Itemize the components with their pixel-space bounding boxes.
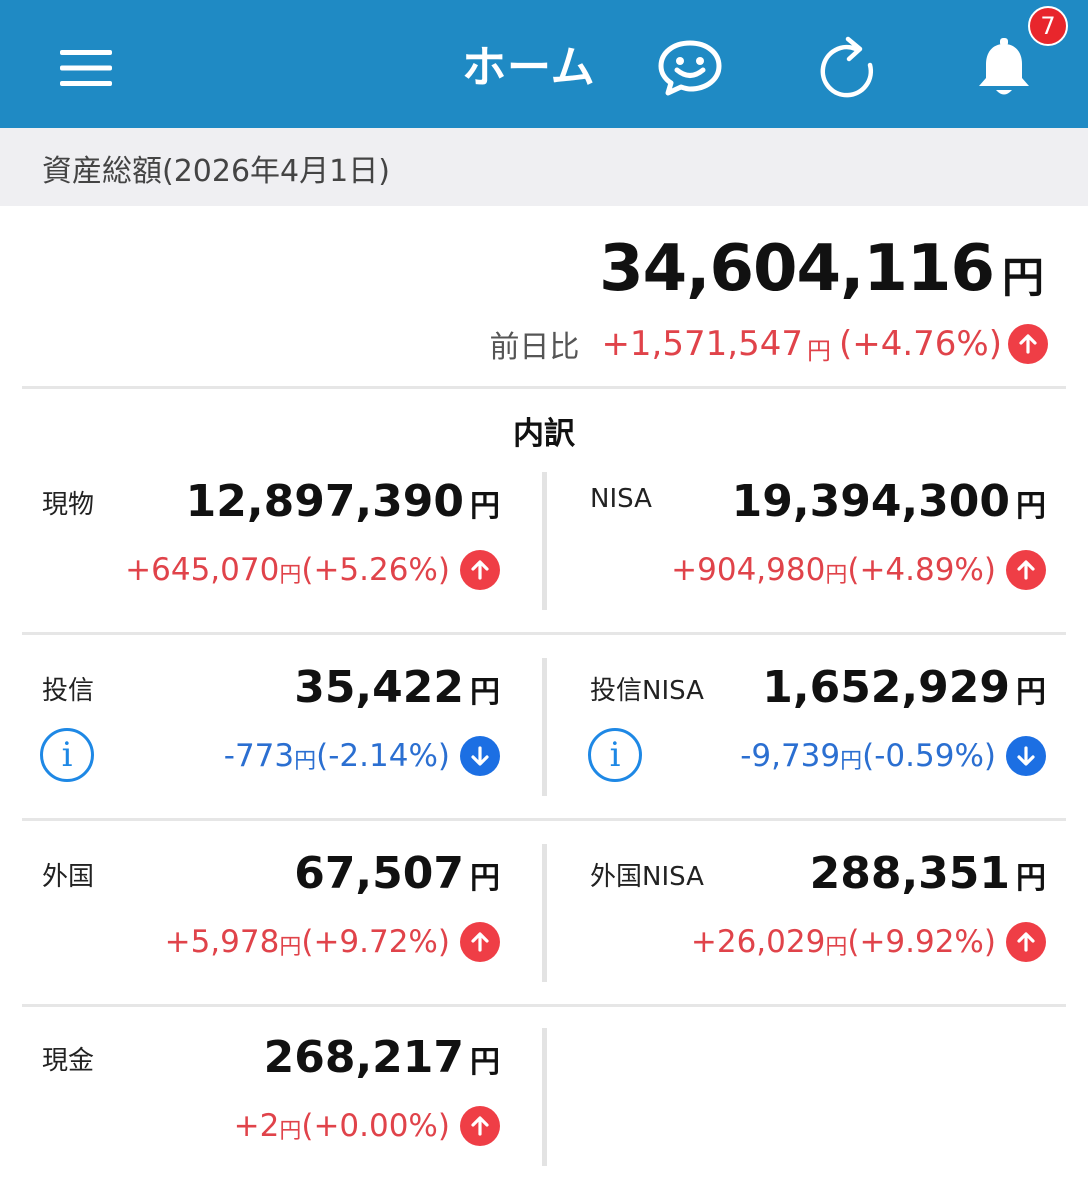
holding-change-currency: 円 bbox=[279, 563, 302, 588]
column-divider bbox=[542, 1028, 547, 1166]
holding-currency: 円 bbox=[470, 489, 500, 524]
hamburger-icon bbox=[60, 50, 112, 86]
holding-change-percent: (+0.00%) bbox=[301, 1108, 450, 1144]
holding-value-group: 268,217 円 bbox=[264, 1032, 500, 1084]
holding-change: +2 円 (+0.00%) bbox=[234, 1104, 500, 1148]
chat-smile-icon bbox=[658, 40, 722, 96]
daily-change-row: 前日比 +1,571,547 円 (+4.76%) bbox=[489, 318, 1048, 370]
holding-change: -773 円 (-2.14%) bbox=[224, 734, 500, 778]
holding-change-currency: 円 bbox=[279, 935, 302, 960]
arrow-up-icon bbox=[1006, 922, 1046, 962]
arrow-down-icon bbox=[460, 736, 500, 776]
menu-button[interactable] bbox=[46, 28, 126, 108]
daily-change-currency: 円 bbox=[806, 336, 831, 365]
holding-label: 投信NISA bbox=[590, 676, 704, 706]
holding-value: 67,507 bbox=[294, 848, 464, 899]
holding-currency: 円 bbox=[1016, 675, 1046, 710]
holding-value: 35,422 bbox=[294, 662, 464, 713]
holding-value-group: 12,897,390 円 bbox=[186, 476, 500, 528]
holding-change-value: +5,978 bbox=[164, 924, 280, 960]
holding-change-percent: (-0.59%) bbox=[862, 738, 996, 774]
arrow-up-icon bbox=[460, 922, 500, 962]
bell-icon bbox=[979, 38, 1029, 95]
holding-value: 288,351 bbox=[809, 848, 1010, 899]
holding-value: 19,394,300 bbox=[731, 476, 1010, 527]
holding-change-currency: 円 bbox=[825, 563, 848, 588]
refresh-icon bbox=[820, 36, 873, 98]
holding-value-group: 67,507 円 bbox=[294, 848, 500, 900]
daily-change-label: 前日比 bbox=[489, 330, 580, 365]
holding-change: -9,739 円 (-0.59%) bbox=[740, 734, 1046, 778]
holding-label: 現金 bbox=[42, 1046, 95, 1076]
holding-currency: 円 bbox=[1016, 489, 1046, 524]
holding-label: 投信 bbox=[42, 676, 95, 706]
holding-change-percent: (-2.14%) bbox=[316, 738, 450, 774]
column-divider bbox=[542, 844, 547, 982]
holding-change: +904,980 円 (+4.89%) bbox=[671, 548, 1046, 592]
chat-button[interactable] bbox=[648, 26, 732, 110]
holding-value: 12,897,390 bbox=[185, 476, 464, 527]
app-header: ホーム 7 bbox=[0, 0, 1088, 128]
daily-change-percent: (+4.76%) bbox=[838, 324, 1002, 364]
holding-label: 外国 bbox=[42, 862, 95, 892]
holding-change-value: +904,980 bbox=[671, 552, 826, 588]
holding-value-group: 288,351 円 bbox=[810, 848, 1046, 900]
refresh-button[interactable] bbox=[806, 26, 890, 110]
holding-change-value: -773 bbox=[223, 738, 295, 774]
holding-change-percent: (+5.26%) bbox=[301, 552, 450, 588]
holding-change-currency: 円 bbox=[825, 935, 848, 960]
holding-change-value: +645,070 bbox=[125, 552, 280, 588]
holding-change: +5,978 円 (+9.72%) bbox=[165, 920, 500, 964]
holding-value: 268,217 bbox=[263, 1032, 464, 1083]
divider bbox=[22, 1004, 1066, 1007]
notification-badge: 7 bbox=[1028, 6, 1068, 46]
holding-change-currency: 円 bbox=[294, 749, 317, 774]
arrow-up-icon bbox=[460, 1106, 500, 1146]
holding-currency: 円 bbox=[470, 1045, 500, 1080]
holding-currency: 円 bbox=[470, 675, 500, 710]
holding-change-currency: 円 bbox=[279, 1119, 302, 1144]
holding-change: +26,029 円 (+9.92%) bbox=[691, 920, 1046, 964]
holding-change: +645,070 円 (+5.26%) bbox=[125, 548, 500, 592]
holding-currency: 円 bbox=[1016, 861, 1046, 896]
column-divider bbox=[542, 658, 547, 796]
daily-change-value: +1,571,547 bbox=[601, 324, 803, 364]
holding-label: NISA bbox=[590, 484, 652, 514]
asset-date-label: 資産総額(2026年4月1日) bbox=[42, 154, 390, 189]
holding-change-value: -9,739 bbox=[740, 738, 841, 774]
breakdown-title: 内訳 bbox=[513, 416, 575, 452]
arrow-up-icon bbox=[460, 550, 500, 590]
page-title: ホーム bbox=[462, 42, 596, 93]
arrow-up-icon bbox=[1006, 550, 1046, 590]
holding-currency: 円 bbox=[470, 861, 500, 896]
arrow-up-icon bbox=[1008, 324, 1048, 364]
date-bar: 資産総額(2026年4月1日) bbox=[0, 128, 1088, 206]
info-icon[interactable]: i bbox=[588, 728, 642, 782]
holding-change-percent: (+9.72%) bbox=[301, 924, 450, 960]
divider bbox=[22, 386, 1066, 389]
total-assets: 34,604,116 円 bbox=[599, 230, 1044, 308]
divider bbox=[22, 632, 1066, 635]
holding-value-group: 19,394,300 円 bbox=[732, 476, 1046, 528]
total-currency: 円 bbox=[1001, 253, 1044, 302]
divider bbox=[22, 818, 1066, 821]
holding-change-percent: (+4.89%) bbox=[847, 552, 996, 588]
holding-value-group: 1,652,929 円 bbox=[762, 662, 1046, 714]
arrow-down-icon bbox=[1006, 736, 1046, 776]
holding-label: 現物 bbox=[42, 490, 95, 520]
info-icon[interactable]: i bbox=[40, 728, 94, 782]
holding-change-percent: (+9.92%) bbox=[847, 924, 996, 960]
holding-change-value: +2 bbox=[233, 1108, 280, 1144]
holding-value-group: 35,422 円 bbox=[294, 662, 500, 714]
holding-change-value: +26,029 bbox=[690, 924, 826, 960]
holding-change-currency: 円 bbox=[840, 749, 863, 774]
column-divider bbox=[542, 472, 547, 610]
holding-value: 1,652,929 bbox=[762, 662, 1010, 713]
total-value: 34,604,116 bbox=[599, 232, 995, 306]
holding-label: 外国NISA bbox=[590, 862, 704, 892]
